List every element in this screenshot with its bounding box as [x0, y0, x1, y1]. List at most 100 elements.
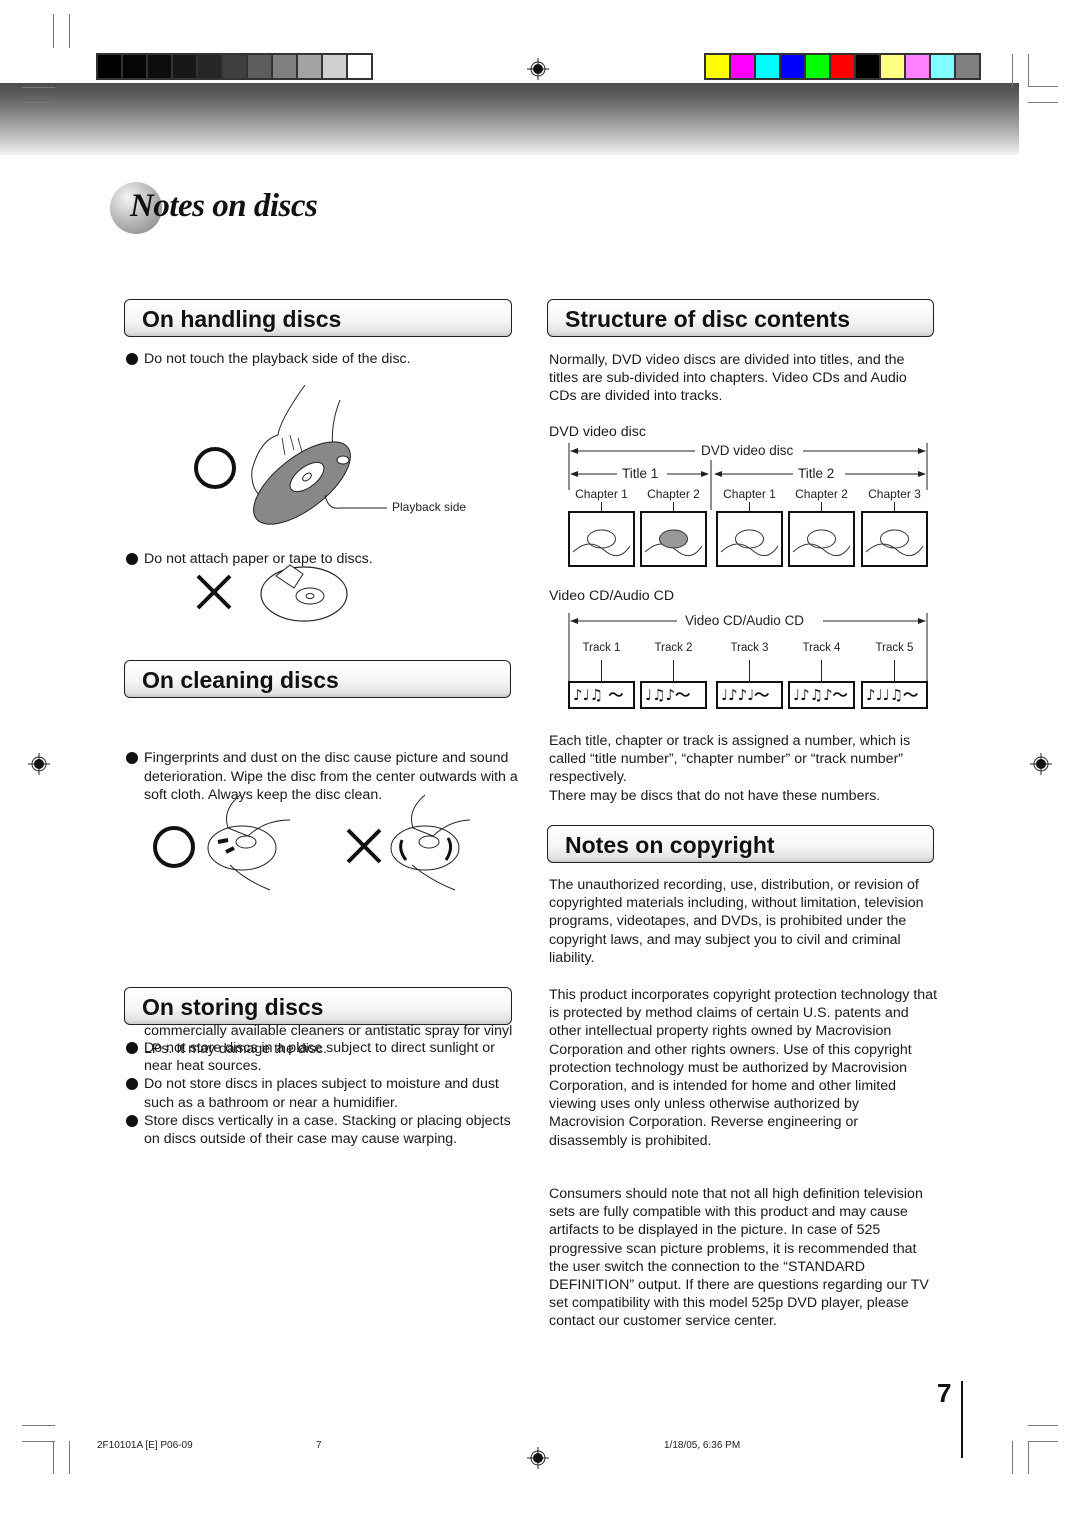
- section-heading-structure: Structure of disc contents: [547, 299, 934, 337]
- chapter-label: Chapter 1: [723, 487, 776, 501]
- grayscale-color-bar: [96, 53, 373, 80]
- page-number-rule: [961, 1381, 963, 1458]
- dvd-diagram-caption: DVD video disc: [549, 424, 646, 440]
- track-label: Track 3: [730, 642, 769, 654]
- copyright-paragraph-2: This product incorporates copyright prot…: [549, 987, 938, 1149]
- crop-mark: [22, 87, 55, 88]
- color-swatch: [348, 55, 371, 78]
- color-swatch: [323, 55, 346, 78]
- storing-bullet: Do not store discs in a place subject to…: [124, 1039, 514, 1075]
- ok-circle-icon: [194, 447, 236, 489]
- section-heading-text: On storing discs: [142, 994, 324, 1020]
- flowers-image: [568, 511, 635, 567]
- cd-span-label: Video CD/Audio CD: [682, 613, 808, 628]
- page-title: Notes on discs: [130, 188, 318, 224]
- crop-mark: [69, 14, 70, 48]
- registration-mark-icon: [28, 753, 50, 775]
- section-heading-storing: On storing discs: [124, 987, 512, 1025]
- color-swatch: [756, 55, 779, 78]
- color-swatch: [906, 55, 929, 78]
- registration-mark-icon: [527, 58, 549, 80]
- color-swatch: [731, 55, 754, 78]
- crop-mark: [53, 1441, 54, 1474]
- color-swatch: [223, 55, 246, 78]
- section-heading-text: Structure of disc contents: [565, 306, 850, 332]
- disc-with-tape-illustration: [196, 564, 348, 622]
- registration-mark-icon: [527, 1447, 549, 1469]
- sailing-ship-image: [716, 511, 783, 567]
- page-number: 7: [937, 1378, 952, 1408]
- airplane-image: [788, 511, 855, 567]
- header-gradient-band: [0, 83, 1019, 155]
- chapter-label: Chapter 2: [647, 487, 700, 501]
- crop-mark: [1028, 54, 1029, 86]
- copyright-paragraph-1: The unauthorized recording, use, distrib…: [549, 877, 924, 966]
- color-swatch: [273, 55, 296, 78]
- print-timestamp: 1/18/05, 6:36 PM: [664, 1440, 741, 1451]
- track-label: Track 5: [875, 642, 914, 654]
- crop-mark: [1028, 86, 1058, 87]
- chapter-label: Chapter 1: [575, 487, 628, 501]
- crop-mark: [1028, 1425, 1058, 1426]
- crop-mark: [1012, 1441, 1013, 1474]
- storing-bullet-list: Do not store discs in a place subject to…: [124, 1039, 514, 1148]
- color-swatch: [881, 55, 904, 78]
- music-notes-icon: ♩♫♪～: [645, 686, 691, 704]
- color-swatch: [248, 55, 271, 78]
- color-swatch: [956, 55, 979, 78]
- crop-mark: [1028, 1441, 1058, 1442]
- handling-bullet-1: Do not touch the playback side of the di…: [124, 350, 524, 368]
- car-image: [861, 511, 928, 567]
- music-notes-icon: ♪♩♩♫～: [866, 686, 919, 704]
- chapter-label: Chapter 3: [868, 487, 921, 501]
- color-swatch: [706, 55, 729, 78]
- doc-code: 2F10101A [E] P06-09: [97, 1440, 193, 1451]
- color-swatch: [173, 55, 196, 78]
- not-allowed-x-icon: [346, 828, 382, 864]
- storing-bullet: Store discs vertically in a case. Stacki…: [124, 1112, 514, 1148]
- crop-mark: [53, 14, 54, 48]
- section-heading-copyright: Notes on copyright: [547, 825, 934, 863]
- section-heading-text: On cleaning discs: [142, 667, 339, 693]
- crop-mark: [1028, 1441, 1029, 1474]
- color-swatch: [298, 55, 321, 78]
- title-label: Title 2: [796, 466, 837, 481]
- color-swatch: [856, 55, 879, 78]
- color-swatch: [831, 55, 854, 78]
- slug-page-number: 7: [316, 1440, 322, 1451]
- color-swatch: [98, 55, 121, 78]
- color-swatch: [148, 55, 171, 78]
- crop-mark: [69, 1441, 70, 1474]
- ok-circle-icon: [153, 826, 195, 868]
- track-label: Track 2: [654, 642, 693, 654]
- color-calibration-bar: [704, 53, 981, 80]
- section-heading-cleaning: On cleaning discs: [124, 660, 511, 698]
- color-swatch: [806, 55, 829, 78]
- title-label: Title 1: [620, 466, 661, 481]
- disc-wiping-illustration: [153, 794, 470, 891]
- dvd-span-label: DVD video disc: [698, 443, 797, 458]
- music-notes-icon: ♪♩♫ ～: [573, 686, 624, 704]
- crop-mark: [1028, 102, 1058, 103]
- thumbnail-subject: [659, 529, 688, 549]
- music-notes-icon: ♩♪♪♩～: [721, 686, 770, 704]
- crop-mark: [22, 102, 55, 103]
- numbering-text: Each title, chapter or track is assigned…: [549, 733, 911, 786]
- storing-bullet: Do not store discs in places subject to …: [124, 1075, 514, 1111]
- music-notes-icon: ♩♪♫♪～: [793, 686, 848, 704]
- crop-mark: [1012, 54, 1013, 88]
- color-swatch: [931, 55, 954, 78]
- section-heading-text: On handling discs: [142, 306, 342, 332]
- crop-mark: [22, 1441, 55, 1442]
- color-swatch: [123, 55, 146, 78]
- section-heading-handling: On handling discs: [124, 299, 512, 337]
- section-heading-text: Notes on copyright: [565, 832, 775, 858]
- playback-side-label: Playback side: [392, 500, 467, 514]
- chapter-label: Chapter 2: [795, 487, 848, 501]
- dvd-structure-diagram: [568, 443, 928, 567]
- crop-mark: [22, 1425, 55, 1426]
- color-swatch: [781, 55, 804, 78]
- cd-diagram-caption: Video CD/Audio CD: [549, 588, 675, 604]
- track-label: Track 1: [582, 642, 621, 654]
- numbering-note: There may be discs that do not have thes…: [549, 788, 881, 804]
